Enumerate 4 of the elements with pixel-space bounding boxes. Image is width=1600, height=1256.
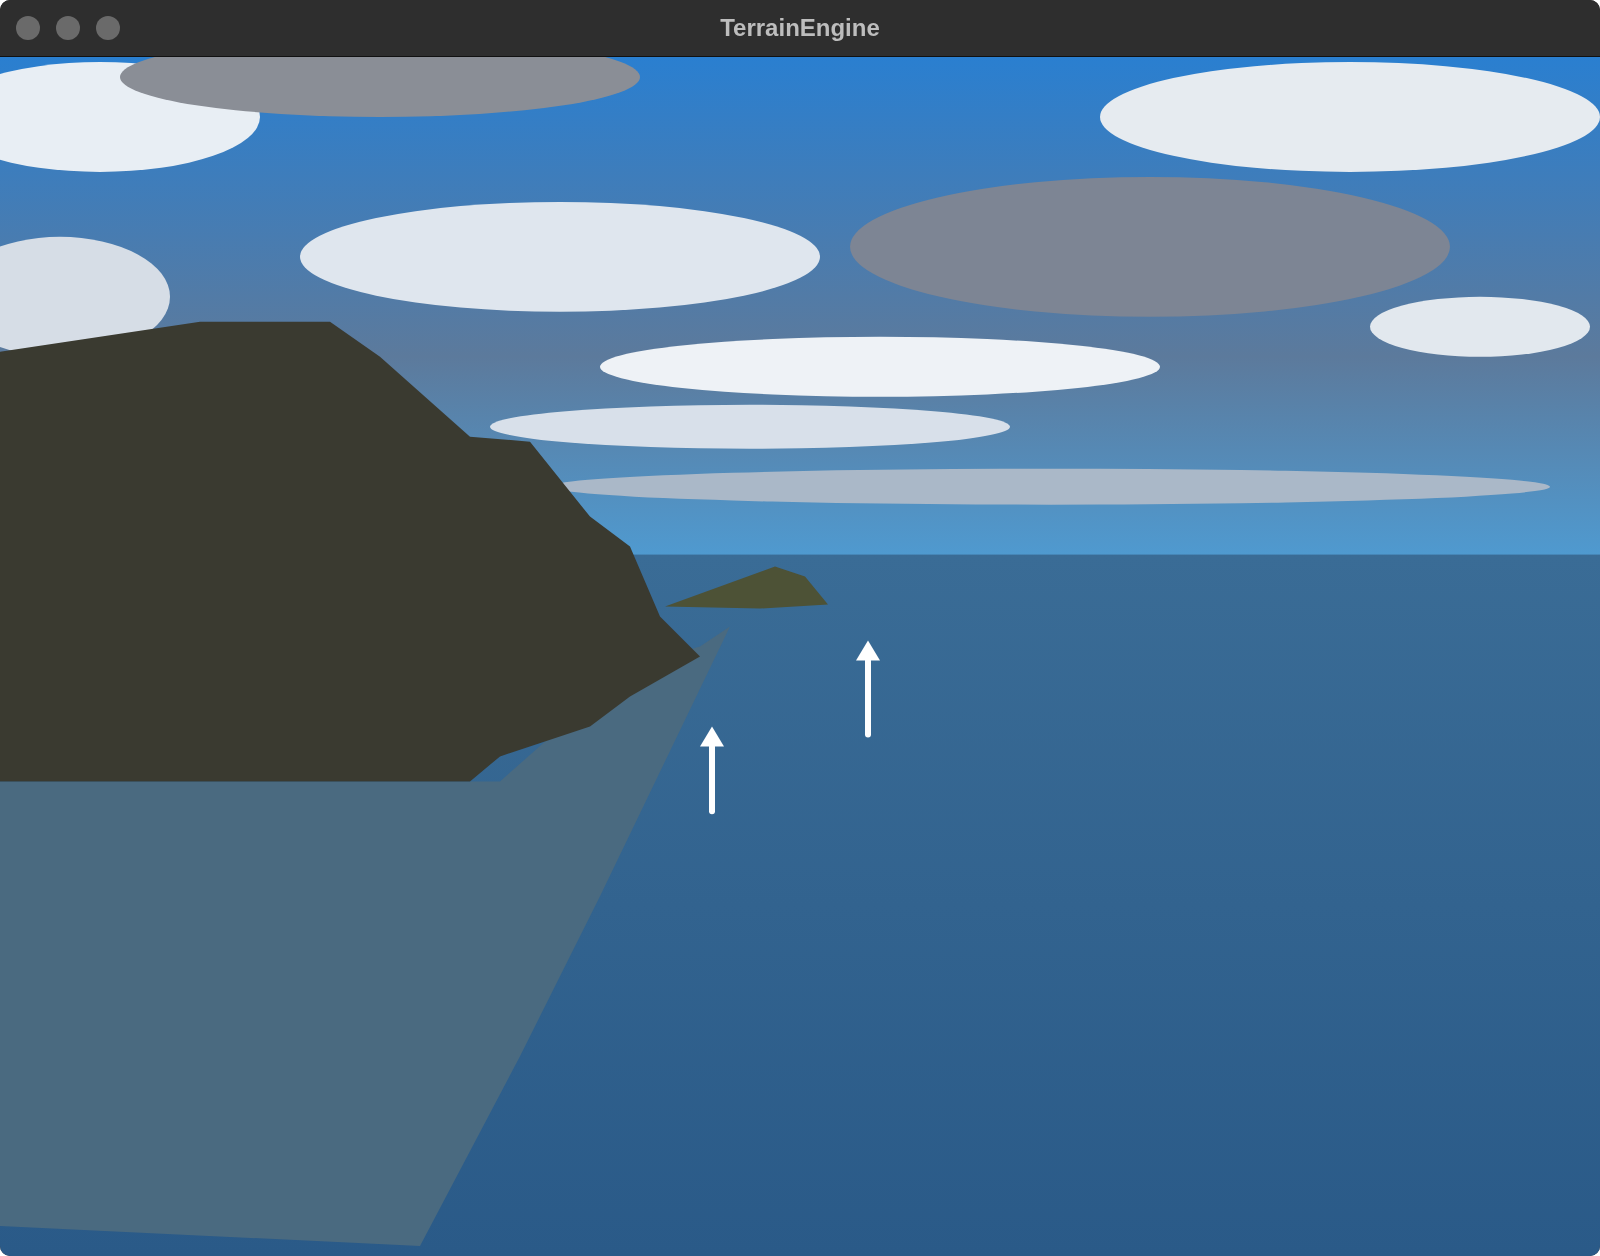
minimize-button[interactable] — [56, 16, 80, 40]
zoom-button[interactable] — [96, 16, 120, 40]
close-button[interactable] — [16, 16, 40, 40]
window-title: TerrainEngine — [720, 14, 880, 42]
